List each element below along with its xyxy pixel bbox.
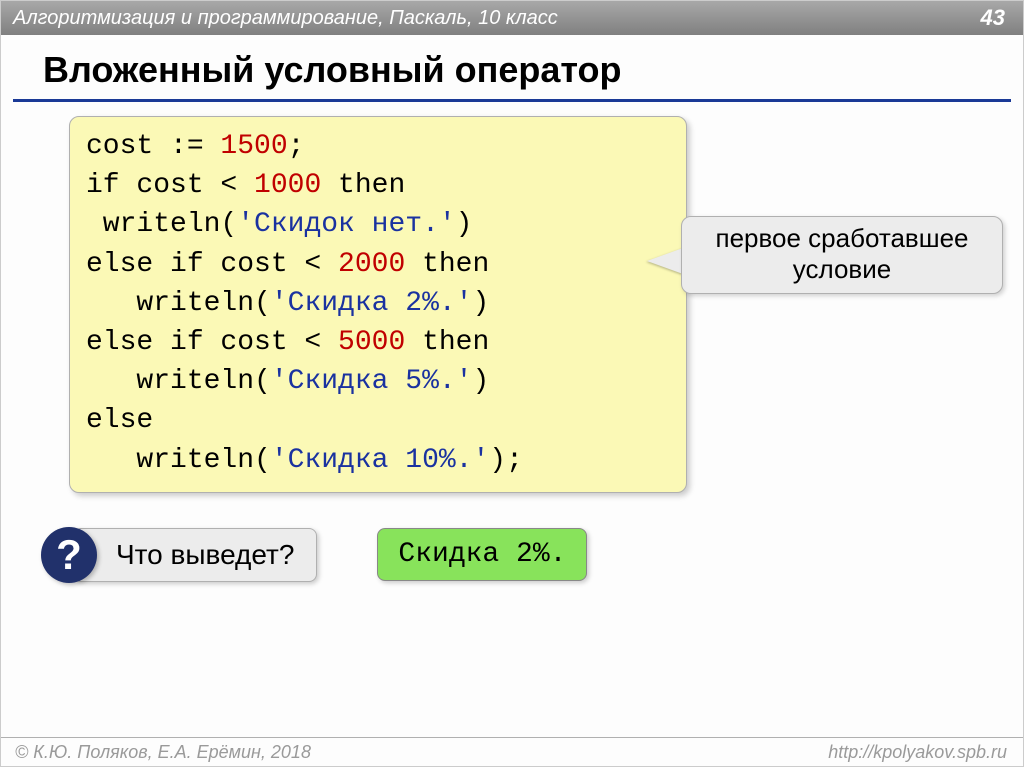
code-text: writeln( [86,288,271,319]
code-number: 2000 [338,249,405,280]
code-block: cost := 1500; if cost < 1000 then writel… [69,116,687,493]
code-text: cost := [86,131,220,162]
code-string: 'Скидка 5%.' [271,366,473,397]
code-text: if cost < [86,170,254,201]
code-text: writeln( [86,445,271,476]
code-string: 'Скидка 2%.' [271,288,473,319]
code-number: 1500 [220,131,287,162]
footer-url: http://kpolyakov.spb.ru [828,742,1007,763]
code-text: else if cost < [86,249,338,280]
code-text: then [405,327,489,358]
code-string: 'Скидок нет.' [237,209,455,240]
breadcrumb: Алгоритмизация и программирование, Паска… [13,7,558,30]
callout-line: условие [692,254,992,285]
code-text: ); [489,445,523,476]
slide-header: Алгоритмизация и программирование, Паска… [1,1,1023,35]
code-text: else [86,405,153,436]
code-text: ; [288,131,305,162]
code-text: writeln( [86,209,237,240]
code-text: else if cost < [86,327,338,358]
question-box: Что выведет? [73,528,317,582]
content-area: cost := 1500; if cost < 1000 then writel… [1,102,1023,583]
callout-box: первое сработавшее условие [681,216,1003,294]
callout-arrow-icon [647,248,683,274]
code-text: then [321,170,405,201]
answer-box: Скидка 2%. [377,528,587,581]
code-number: 1000 [254,170,321,201]
slide-footer: © К.Ю. Поляков, Е.А. Ерёмин, 2018 http:/… [1,737,1023,766]
code-text: ) [472,366,489,397]
page-title: Вложенный условный оператор [13,35,1011,102]
code-text: writeln( [86,366,271,397]
code-string: 'Скидка 10%.' [271,445,489,476]
code-text: ) [456,209,473,240]
copyright: © К.Ю. Поляков, Е.А. Ерёмин, 2018 [15,742,311,763]
callout-line: первое сработавшее [692,223,992,254]
question-mark-icon: ? [41,527,97,583]
question-row: ? Что выведет? Скидка 2%. [69,527,1023,583]
code-text: ) [472,288,489,319]
code-number: 5000 [338,327,405,358]
code-text: then [405,249,489,280]
page-number: 43 [981,5,1005,31]
